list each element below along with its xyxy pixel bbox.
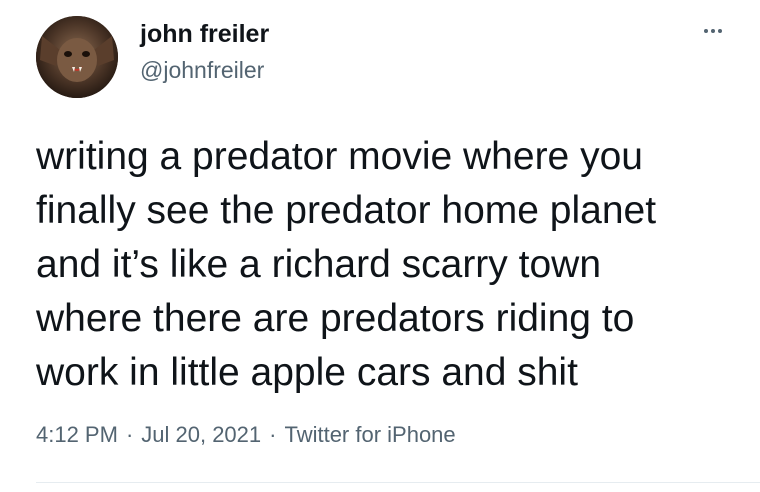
tweet-text-line: writing a predator movie where you	[36, 135, 643, 178]
tweet-text-line: work in little apple cars and shit	[36, 351, 578, 394]
tweet-text-line: where there are predators riding to	[36, 297, 635, 340]
tweet-text: writing a predator movie where you final…	[36, 130, 746, 400]
author-handle[interactable]: @johnfreiler	[140, 59, 264, 82]
more-dot	[704, 29, 708, 33]
tweet-time[interactable]: 4:12 PM	[36, 422, 118, 447]
tweet-card: john freiler @johnfreiler writing a pred…	[0, 0, 760, 492]
tweet-text-line: and it’s like a richard scarry town	[36, 243, 602, 286]
more-dot	[711, 29, 715, 33]
tweet-client[interactable]: Twitter for iPhone	[284, 422, 455, 447]
meta-separator: ·	[269, 422, 277, 447]
tweet-text-line: finally see the predator home planet	[36, 189, 657, 232]
tweet-meta: 4:12 PM · Jul 20, 2021 · Twitter for iPhone	[36, 424, 456, 446]
tweet-date[interactable]: Jul 20, 2021	[141, 422, 261, 447]
avatar[interactable]	[36, 16, 118, 98]
divider	[36, 482, 760, 483]
more-options-button[interactable]	[694, 20, 732, 42]
bat-avatar-icon	[36, 16, 118, 98]
meta-separator: ·	[125, 422, 134, 447]
author-display-name[interactable]: john freiler	[140, 22, 269, 47]
more-dot	[718, 29, 722, 33]
